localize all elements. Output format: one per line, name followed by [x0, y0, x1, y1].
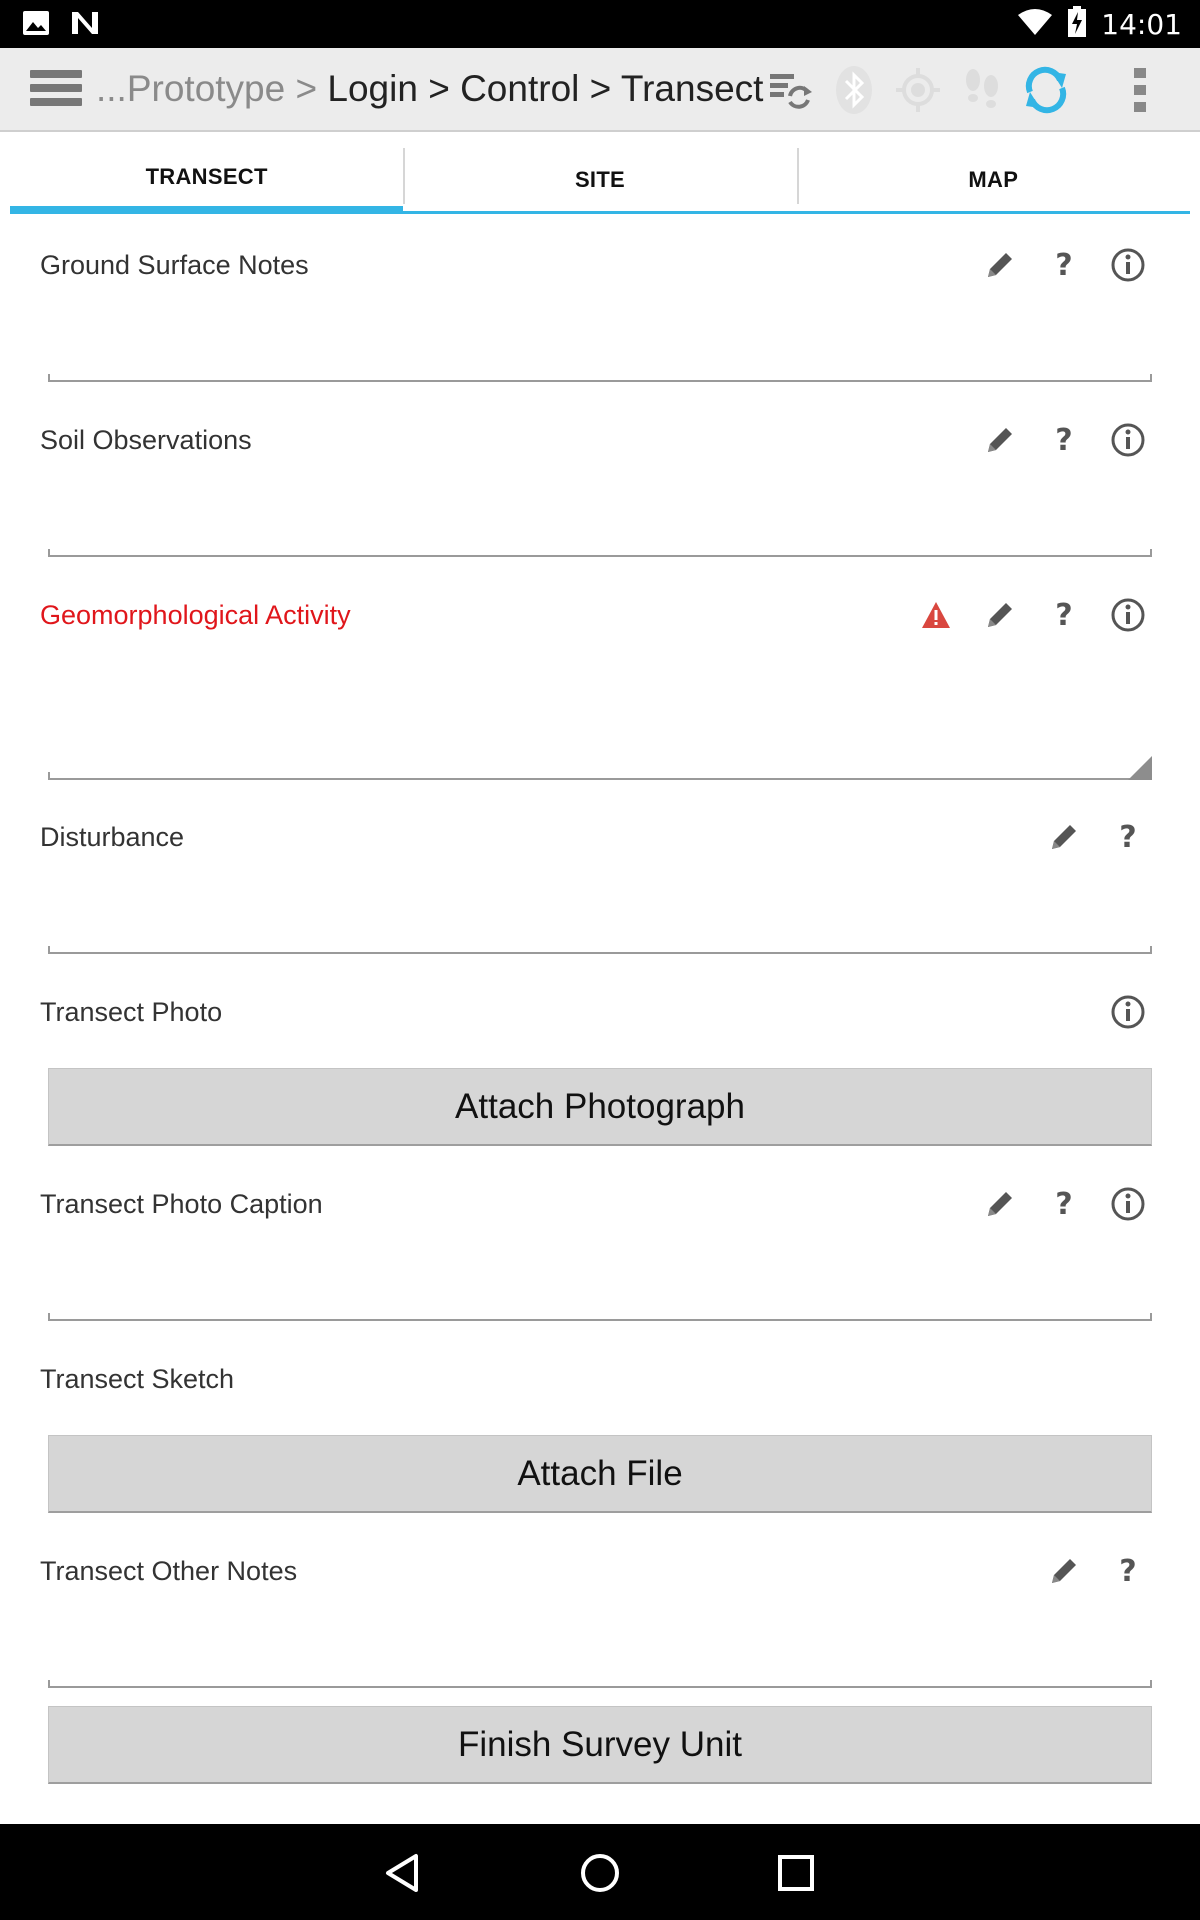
- transect-photo-caption-input[interactable]: [48, 1313, 1152, 1321]
- info-icon[interactable]: [1096, 418, 1160, 462]
- drawer-menu-icon[interactable]: [30, 70, 82, 110]
- transect-other-notes-input[interactable]: [48, 1680, 1152, 1688]
- refresh-icon[interactable]: [1014, 62, 1078, 118]
- transect-other-notes-label: Transect Other Notes: [40, 1556, 298, 1586]
- gps-icon[interactable]: [886, 62, 950, 118]
- help-icon[interactable]: ?: [1096, 1549, 1160, 1593]
- breadcrumb-current: Login > Control > Transect: [327, 68, 764, 109]
- image-icon: [22, 10, 50, 41]
- battery-charging-icon: [1067, 6, 1087, 43]
- edit-pencil-icon[interactable]: [968, 593, 1032, 637]
- edit-pencil-icon[interactable]: [1032, 1549, 1096, 1593]
- info-icon[interactable]: [1096, 243, 1160, 287]
- transect-photo-label: Transect Photo: [40, 997, 223, 1027]
- transect-sketch-label: Transect Sketch: [40, 1364, 235, 1394]
- transect-photo-caption-label: Transect Photo Caption: [40, 1189, 323, 1219]
- disturbance-label: Disturbance: [40, 822, 185, 852]
- bluetooth-icon[interactable]: [822, 62, 886, 118]
- wifi-icon: [1017, 7, 1053, 42]
- ground-surface-notes-input[interactable]: [48, 374, 1152, 382]
- navigation-bar: [0, 1824, 1200, 1920]
- recents-icon[interactable]: [771, 1848, 821, 1898]
- help-icon[interactable]: ?: [1032, 418, 1096, 462]
- home-icon[interactable]: [575, 1848, 625, 1898]
- sync-settings-icon[interactable]: [758, 62, 822, 118]
- help-icon[interactable]: ?: [1032, 1182, 1096, 1226]
- edit-pencil-icon[interactable]: [1032, 815, 1096, 859]
- soil-observations-label: Soil Observations: [40, 425, 252, 455]
- n-logo-icon: [70, 10, 100, 41]
- geomorphological-activity-label: Geomorphological Activity: [40, 600, 351, 630]
- warning-icon[interactable]: [904, 593, 968, 637]
- tab-map[interactable]: MAP: [796, 148, 1190, 214]
- disturbance-input[interactable]: [48, 946, 1152, 954]
- breadcrumb-parent[interactable]: ...Prototype >: [96, 68, 327, 109]
- tab-site[interactable]: SITE: [403, 148, 797, 214]
- edit-pencil-icon[interactable]: [968, 1182, 1032, 1226]
- info-icon[interactable]: [1096, 1182, 1160, 1226]
- overflow-menu-icon[interactable]: [1108, 62, 1172, 118]
- attach-file-button[interactable]: Attach File: [48, 1435, 1152, 1513]
- back-icon[interactable]: [380, 1848, 430, 1898]
- clock: 14:01: [1101, 8, 1182, 41]
- help-icon[interactable]: ?: [1032, 243, 1096, 287]
- help-icon[interactable]: ?: [1096, 815, 1160, 859]
- edit-pencil-icon[interactable]: [968, 418, 1032, 462]
- soil-observations-input[interactable]: [48, 549, 1152, 557]
- status-bar: 14:01: [0, 0, 1200, 48]
- finish-survey-unit-button[interactable]: Finish Survey Unit: [48, 1706, 1152, 1784]
- resize-handle[interactable]: [1128, 756, 1152, 780]
- attach-photograph-button[interactable]: Attach Photograph: [48, 1068, 1152, 1146]
- action-bar: ...Prototype > Login > Control > Transec…: [0, 48, 1200, 132]
- tab-bar: TRANSECT SITE MAP: [10, 148, 1190, 214]
- info-icon[interactable]: [1096, 990, 1160, 1034]
- info-icon[interactable]: [1096, 593, 1160, 637]
- tab-transect[interactable]: TRANSECT: [10, 148, 404, 214]
- ground-surface-notes-label: Ground Surface Notes: [40, 250, 309, 280]
- help-icon[interactable]: ?: [1032, 593, 1096, 637]
- geomorphological-activity-input[interactable]: [48, 772, 1152, 780]
- edit-pencil-icon[interactable]: [968, 243, 1032, 287]
- breadcrumb: ...Prototype > Login > Control > Transec…: [96, 68, 763, 110]
- footsteps-icon[interactable]: [950, 62, 1014, 118]
